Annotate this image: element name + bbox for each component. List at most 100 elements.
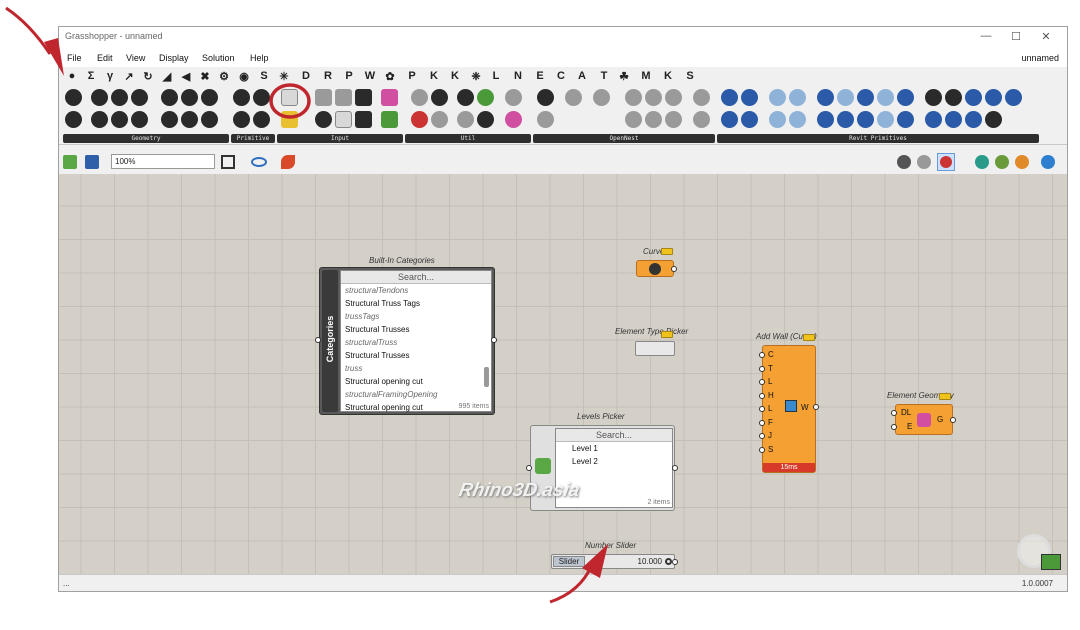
geometry-icon[interactable]	[201, 111, 218, 128]
brep-icon[interactable]	[201, 89, 218, 106]
revit-wall-icon[interactable]	[985, 111, 1002, 128]
revit-point-icon[interactable]	[721, 111, 738, 128]
value-list-icon[interactable]	[335, 111, 352, 128]
element-type-picker[interactable]	[635, 341, 675, 356]
revit-view-icon[interactable]	[945, 89, 962, 106]
revit-type-icon[interactable]	[741, 89, 758, 106]
revit-geometry-icon[interactable]	[769, 89, 786, 106]
add-wall-input-port[interactable]	[759, 446, 765, 453]
revit-workset-icon[interactable]	[741, 111, 758, 128]
element-geometry-e-port[interactable]	[891, 424, 897, 430]
toggle-icon[interactable]	[335, 89, 352, 106]
revit-symbol-icon[interactable]	[877, 89, 894, 106]
revit-family-icon[interactable]	[857, 89, 874, 106]
cut-icon[interactable]	[665, 111, 682, 128]
surface-icon[interactable]	[181, 89, 198, 106]
add-wall-component[interactable]: CTLHLFJS W 15ms	[759, 345, 816, 473]
component-tab[interactable]: Σ	[84, 70, 98, 82]
settings-icon[interactable]	[665, 89, 682, 106]
component-tab[interactable]: γ	[103, 70, 117, 82]
slider-output-port[interactable]	[672, 559, 678, 565]
component-tab[interactable]: ●	[65, 70, 79, 82]
add-wall-input-port[interactable]	[759, 406, 765, 412]
category-list-item[interactable]: Structural Trusses	[341, 323, 491, 336]
nest-icon[interactable]	[537, 89, 554, 106]
export-icon[interactable]	[693, 89, 710, 106]
number-slider[interactable]: Slider 10.000	[551, 554, 675, 569]
revit-phase-icon[interactable]	[1005, 89, 1022, 106]
checkbox-icon[interactable]	[355, 89, 372, 106]
sheets-icon[interactable]	[645, 89, 662, 106]
add-wall-input-port[interactable]	[759, 392, 765, 399]
zoom-dropdown[interactable]: 100%	[111, 154, 215, 169]
levels-search[interactable]: Search...	[556, 429, 672, 442]
mesh-icon[interactable]	[161, 111, 178, 128]
zoom-extents-icon[interactable]	[221, 155, 235, 169]
revit-sheet-icon[interactable]	[897, 111, 914, 128]
integer-icon[interactable]	[253, 89, 270, 106]
preview-selected-button[interactable]	[937, 153, 955, 171]
component-tab[interactable]: ❈	[469, 70, 483, 83]
add-wall-output-port[interactable]	[813, 404, 819, 410]
component-tab[interactable]: S	[683, 70, 697, 82]
component-tab[interactable]: R	[321, 70, 335, 82]
category-list-item[interactable]: truss	[341, 362, 491, 375]
matrix-icon[interactable]	[355, 111, 372, 128]
vector-icon[interactable]	[91, 89, 108, 106]
element-geometry-output-port[interactable]	[950, 417, 956, 423]
categories-search[interactable]: Search...	[341, 271, 491, 284]
image-sampler-icon[interactable]	[381, 111, 398, 128]
add-wall-input-port[interactable]	[759, 379, 765, 385]
menu-view[interactable]: View	[126, 53, 145, 63]
flask-icon[interactable]	[505, 111, 522, 128]
categories-scrollbar[interactable]	[484, 367, 489, 387]
category-list-item[interactable]: Structural Trusses	[341, 349, 491, 362]
component-tab[interactable]: ✿	[383, 70, 397, 83]
open-file-icon[interactable]	[63, 155, 77, 169]
component-tab[interactable]: ✳	[277, 70, 291, 83]
menu-file[interactable]: File	[67, 53, 82, 63]
transform-icon[interactable]	[645, 111, 662, 128]
minimize-button[interactable]: —	[977, 30, 995, 42]
wave-icon[interactable]	[537, 111, 554, 128]
revit-level-icon[interactable]	[897, 89, 914, 106]
levels-input-port[interactable]	[526, 465, 532, 471]
categories-output-port[interactable]	[491, 337, 497, 343]
revit-face-icon[interactable]	[789, 89, 806, 106]
text-tool-icon[interactable]	[565, 89, 582, 106]
circle-icon[interactable]	[111, 89, 128, 106]
cluster-icon[interactable]	[505, 89, 522, 106]
level-item-1[interactable]: Level 1	[556, 442, 672, 455]
component-tab[interactable]: C	[554, 70, 568, 82]
rectangle-icon[interactable]	[131, 111, 148, 128]
arrow-icon[interactable]	[457, 89, 474, 106]
search-icon[interactable]	[477, 111, 494, 128]
maximize-button[interactable]: ☐	[1007, 30, 1025, 43]
component-tab[interactable]: ☘	[617, 70, 631, 83]
levels-output-port[interactable]	[672, 465, 678, 471]
revit-param-icon[interactable]	[837, 89, 854, 106]
document-preview-icon[interactable]	[995, 155, 1009, 169]
revit-room-icon[interactable]	[817, 111, 834, 128]
dots-icon[interactable]	[431, 111, 448, 128]
colour-swatch-icon[interactable]	[315, 111, 332, 128]
relay-icon[interactable]	[457, 111, 474, 128]
component-tab[interactable]: E	[533, 70, 547, 82]
boolean-icon[interactable]	[233, 89, 250, 106]
revit-material-icon[interactable]	[965, 89, 982, 106]
revit-link-icon[interactable]	[769, 111, 786, 128]
curve-component[interactable]	[636, 260, 674, 277]
element-geometry-component[interactable]: DL E G	[895, 404, 953, 435]
component-tab[interactable]: ◉	[237, 70, 251, 83]
component-tab[interactable]: L	[489, 70, 503, 82]
menu-solution[interactable]: Solution	[202, 53, 235, 63]
revit-space-icon[interactable]	[857, 111, 874, 128]
category-list-item[interactable]: structuralFramingOpening	[341, 388, 491, 401]
add-wall-input-port[interactable]	[759, 419, 765, 426]
text-icon[interactable]	[253, 111, 270, 128]
component-tab[interactable]: N	[511, 70, 525, 82]
component-tab[interactable]: D	[299, 70, 313, 82]
component-tab[interactable]: T	[597, 70, 611, 82]
revit-category-icon[interactable]	[817, 89, 834, 106]
categories-picker[interactable]: Categories Search... structuralTendons St…	[319, 267, 495, 415]
